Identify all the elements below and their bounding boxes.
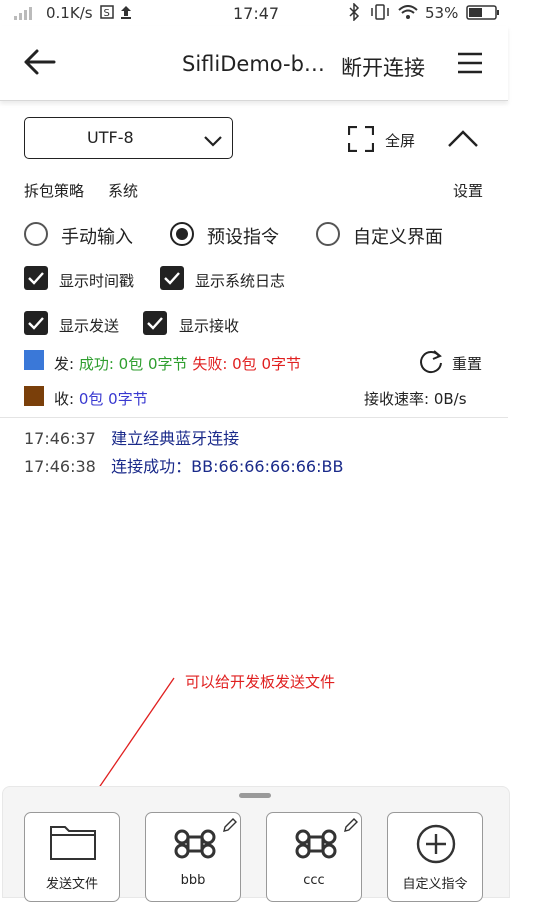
vibrate-icon bbox=[370, 4, 390, 24]
log-time: 17:46:38 bbox=[24, 457, 96, 476]
nav-bar: SifliDemo-b… 断开连接 bbox=[0, 26, 508, 101]
command-send-file[interactable]: 发送文件 bbox=[24, 812, 120, 902]
radio-button[interactable] bbox=[24, 222, 48, 246]
checkbox-label: 显示系统日志 bbox=[195, 272, 286, 290]
radio-preset-command[interactable]: 预设指令 bbox=[170, 221, 300, 249]
data-saver-icon: S bbox=[100, 5, 114, 23]
receive-rate: 接收速率: 0B/s bbox=[364, 388, 467, 409]
unpack-strategy-label: 拆包策略 bbox=[24, 182, 85, 200]
checkbox-show-receive[interactable]: 显示接收 bbox=[143, 311, 253, 337]
log-line: 17:46:37 建立经典蓝牙连接 bbox=[24, 425, 239, 449]
menu-icon[interactable] bbox=[457, 52, 483, 78]
log-message: 建立经典蓝牙连接 bbox=[111, 429, 240, 448]
clock: 17:47 bbox=[233, 4, 280, 23]
bluetooth-icon bbox=[348, 2, 360, 25]
radio-label: 预设指令 bbox=[207, 227, 279, 248]
drag-handle[interactable] bbox=[239, 793, 271, 798]
radio-label: 手动输入 bbox=[61, 227, 133, 248]
radio-button[interactable] bbox=[316, 222, 340, 246]
wifi-icon bbox=[398, 5, 418, 24]
battery-percent: 53% bbox=[425, 4, 459, 22]
radio-custom-ui[interactable]: 自定义界面 bbox=[316, 221, 456, 249]
encoding-select[interactable]: UTF-8 bbox=[24, 117, 233, 159]
network-speed: 0.1K/s bbox=[46, 4, 93, 22]
plus-circle-icon bbox=[415, 823, 457, 869]
command-custom[interactable]: 自定义指令 bbox=[387, 812, 483, 902]
send-prefix: 发: bbox=[54, 355, 75, 373]
checkbox-show-send[interactable]: 显示发送 bbox=[24, 311, 134, 337]
divider bbox=[0, 417, 508, 418]
receive-rate-label: 接收速率: bbox=[364, 390, 430, 408]
command-icon bbox=[174, 823, 216, 869]
status-bar: 0.1K/s S 17:47 53% bbox=[0, 0, 541, 26]
edit-pencil-icon[interactable] bbox=[222, 817, 238, 837]
receive-value: 0包 0字节 bbox=[78, 390, 148, 408]
radio-manual-input[interactable]: 手动输入 bbox=[24, 221, 154, 249]
fullscreen-icon[interactable] bbox=[347, 125, 375, 156]
log-message: 连接成功：BB:66:66:66:66:BB bbox=[111, 457, 344, 476]
disconnect-button[interactable]: 断开连接 bbox=[341, 52, 425, 82]
command-label: 自定义指令 bbox=[402, 877, 468, 892]
receive-stats: 收: 0包 0字节 bbox=[54, 388, 148, 409]
receive-color-swatch bbox=[24, 386, 44, 406]
signal-icon bbox=[14, 6, 34, 24]
chevron-down-icon bbox=[203, 132, 223, 151]
receive-prefix: 收: bbox=[54, 390, 75, 408]
log-time: 17:46:37 bbox=[24, 429, 96, 448]
checkbox-box[interactable] bbox=[24, 311, 48, 335]
receive-rate-value: 0B/s bbox=[433, 390, 467, 408]
checkbox-label: 显示接收 bbox=[179, 317, 240, 335]
chevron-up-icon[interactable] bbox=[447, 130, 479, 152]
send-color-swatch bbox=[24, 350, 44, 370]
refresh-icon[interactable] bbox=[418, 349, 444, 379]
settings-link[interactable]: 设置 bbox=[453, 180, 483, 201]
back-arrow-icon[interactable] bbox=[22, 48, 56, 80]
radio-button[interactable] bbox=[170, 222, 194, 246]
command-bbb[interactable]: bbb bbox=[145, 812, 241, 902]
checkbox-box[interactable] bbox=[143, 311, 167, 335]
reset-button[interactable]: 重置 bbox=[452, 353, 482, 374]
checkbox-label: 显示发送 bbox=[59, 317, 120, 335]
command-icon bbox=[295, 823, 337, 869]
radio-label: 自定义界面 bbox=[353, 227, 443, 248]
unpack-strategy-value: 系统 bbox=[108, 182, 139, 200]
command-label: 发送文件 bbox=[45, 877, 98, 892]
checkbox-show-system-log[interactable]: 显示系统日志 bbox=[160, 266, 300, 292]
send-success: 成功: 0包 0字节 bbox=[78, 355, 188, 373]
device-title: SifliDemo-b… bbox=[182, 52, 325, 76]
battery-icon bbox=[466, 5, 500, 24]
fullscreen-label[interactable]: 全屏 bbox=[385, 130, 415, 151]
edit-pencil-icon[interactable] bbox=[343, 817, 359, 837]
folder-icon bbox=[49, 821, 97, 865]
upload-icon bbox=[120, 4, 132, 24]
send-fail: 失败: 0包 0字节 bbox=[192, 355, 301, 373]
command-label: ccc bbox=[303, 873, 325, 888]
annotation-text: 可以给开发板发送文件 bbox=[185, 673, 336, 691]
encoding-value: UTF-8 bbox=[87, 128, 134, 147]
log-line: 17:46:38 连接成功：BB:66:66:66:66:BB bbox=[24, 453, 343, 477]
command-label: bbb bbox=[180, 873, 206, 888]
checkbox-box[interactable] bbox=[24, 266, 48, 290]
send-stats: 发: 成功: 0包 0字节 失败: 0包 0字节 bbox=[54, 353, 301, 374]
command-ccc[interactable]: ccc bbox=[266, 812, 362, 902]
svg-text:S: S bbox=[104, 8, 110, 19]
checkbox-label: 显示时间戳 bbox=[59, 272, 135, 290]
checkbox-box[interactable] bbox=[160, 266, 184, 290]
checkbox-show-timestamp[interactable]: 显示时间戳 bbox=[24, 266, 149, 292]
